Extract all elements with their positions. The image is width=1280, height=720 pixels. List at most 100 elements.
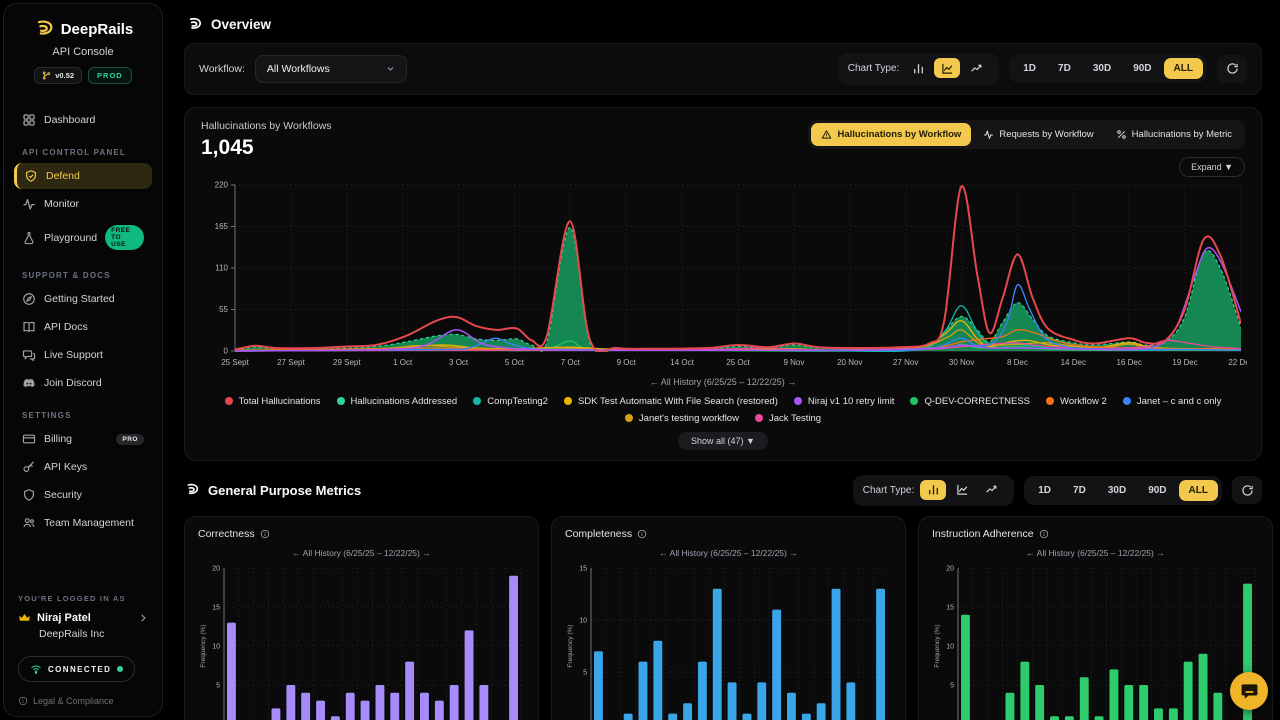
app-root: DeepRails API Console v0.52 PROD Dashboa… xyxy=(0,0,1280,720)
chart-type-group-halluc: Chart Type: xyxy=(838,53,1000,85)
chart-type-bar-button[interactable] xyxy=(905,58,931,78)
show-all-button[interactable]: Show all (47) ▼ xyxy=(678,432,768,450)
legend-item-hallucinations-addressed[interactable]: Hallucinations Addressed xyxy=(337,396,458,407)
correctness-chart: 0510152005101520253035404550556065707580… xyxy=(198,562,525,720)
info-icon[interactable] xyxy=(260,529,270,539)
gpm-header: General Purpose Metrics Chart Type: 1D7D… xyxy=(184,475,1262,507)
legend-item-niraj-v1-10-retry-limit[interactable]: Niraj v1 10 retry limit xyxy=(794,396,895,407)
version-badge: v0.52 xyxy=(34,67,82,84)
chart-view-tabs: Hallucinations by WorkflowRequests by Wo… xyxy=(808,120,1245,149)
gpm-title: General Purpose Metrics xyxy=(208,483,361,498)
sidebar-item-dashboard[interactable]: Dashboard xyxy=(14,107,152,133)
range-all-button[interactable]: ALL xyxy=(1164,58,1203,79)
sidebar-item-security[interactable]: Security xyxy=(14,482,152,508)
history-range-label: ← All History (6/25/25 – 12/22/25) → xyxy=(565,548,892,558)
info-icon xyxy=(18,696,28,706)
credit-card-icon xyxy=(22,432,36,446)
svg-text:165: 165 xyxy=(215,222,229,231)
expand-button[interactable]: Expand ▼ xyxy=(1179,157,1245,177)
legend-item-janet-c-and-c-only[interactable]: Janet – c and c only xyxy=(1123,396,1222,407)
legend-item-janet-s-testing-workflow[interactable]: Janet's testing workflow xyxy=(625,413,739,424)
chart-type-bar-button[interactable] xyxy=(920,480,946,500)
legend-item-total-hallucinations[interactable]: Total Hallucinations xyxy=(225,396,321,407)
logged-in-label: YOU'RE LOGGED IN AS xyxy=(18,594,148,603)
svg-text:0: 0 xyxy=(224,346,229,355)
brand-subtitle: API Console xyxy=(14,46,152,58)
range-1d-button[interactable]: 1D xyxy=(1028,480,1061,501)
svg-text:1 Oct: 1 Oct xyxy=(393,358,413,367)
range-7d-button[interactable]: 7D xyxy=(1048,58,1081,79)
metric-card-correctness: Correctness← All History (6/25/25 – 12/2… xyxy=(184,516,539,720)
legend-item-workflow-2[interactable]: Workflow 2 xyxy=(1046,396,1107,407)
history-range-label: ← All History (6/25/25 – 12/22/25) → xyxy=(198,548,525,558)
workflow-select[interactable]: All Workflows xyxy=(255,55,407,83)
brand: DeepRails xyxy=(14,18,152,40)
svg-text:220: 220 xyxy=(215,180,229,189)
sidebar-item-getting-started[interactable]: Getting Started xyxy=(14,286,152,312)
legend-item-jack-testing[interactable]: Jack Testing xyxy=(755,413,821,424)
workflow-label: Workflow: xyxy=(199,63,245,75)
hallucinations-panel-title: Hallucinations by Workflows xyxy=(201,120,332,132)
svg-text:22 Dec: 22 Dec xyxy=(1228,358,1247,367)
refresh-button[interactable] xyxy=(1232,476,1262,504)
metric-icon xyxy=(1116,129,1127,140)
chart-type-line-button[interactable] xyxy=(978,480,1004,500)
legend-item-q-dev-correctness[interactable]: Q-DEV-CORRECTNESS xyxy=(910,396,1030,407)
svg-text:25 Sept: 25 Sept xyxy=(221,358,249,367)
legend-item-sdk-test-automatic-with-file-search-restored[interactable]: SDK Test Automatic With File Search (res… xyxy=(564,396,778,407)
range-1d-button[interactable]: 1D xyxy=(1013,58,1046,79)
chevron-down-icon xyxy=(386,64,395,73)
sidebar-item-defend[interactable]: Defend xyxy=(14,163,152,189)
info-icon[interactable] xyxy=(1039,529,1049,539)
hallucinations-panel: Hallucinations by Workflows 1,045 Halluc… xyxy=(184,107,1262,461)
svg-text:55: 55 xyxy=(219,305,228,314)
range-all-button[interactable]: ALL xyxy=(1179,480,1218,501)
chevron-right-icon xyxy=(138,613,148,623)
range-group-gpm: 1D7D30D90DALL xyxy=(1024,476,1222,505)
tab-hallucinations-by-workflow[interactable]: Hallucinations by Workflow xyxy=(811,123,971,146)
chart-type-line-button[interactable] xyxy=(963,58,989,78)
info-icon[interactable] xyxy=(637,529,647,539)
range-30d-button[interactable]: 30D xyxy=(1083,58,1121,79)
svg-text:14 Oct: 14 Oct xyxy=(670,358,694,367)
history-range-label: ← All History (6/25/25 – 12/22/25) → xyxy=(932,548,1259,558)
chart-legend: Total Hallucinations Hallucinations Addre… xyxy=(201,396,1245,424)
sidebar-item-join-discord[interactable]: Join Discord xyxy=(14,370,152,396)
svg-text:Frequency (%): Frequency (%) xyxy=(567,624,574,667)
svg-text:20: 20 xyxy=(212,565,220,572)
chart-type-area-button[interactable] xyxy=(934,58,960,78)
sidebar-item-billing[interactable]: BillingPRO xyxy=(14,426,152,452)
chart-type-label: Chart Type: xyxy=(848,63,900,74)
legend-dot xyxy=(1046,397,1054,405)
user-row[interactable]: Niraj Patel xyxy=(18,611,148,624)
playground-badge: FREE TO USE xyxy=(105,225,144,250)
user-name: Niraj Patel xyxy=(37,612,91,624)
svg-text:3 Oct: 3 Oct xyxy=(449,358,469,367)
legend-dot xyxy=(564,397,572,405)
range-90d-button[interactable]: 90D xyxy=(1123,58,1161,79)
completeness-chart: 0510150510152025303540455055606570758085… xyxy=(565,562,892,720)
sidebar-item-live-support[interactable]: Live Support xyxy=(14,342,152,368)
legend-item-comptesting2[interactable]: CompTesting2 xyxy=(473,396,548,407)
legend-dot xyxy=(1123,397,1131,405)
tab-requests-by-workflow[interactable]: Requests by Workflow xyxy=(973,123,1103,146)
range-7d-button[interactable]: 7D xyxy=(1063,480,1096,501)
sidebar-item-api-keys[interactable]: API Keys xyxy=(14,454,152,480)
svg-text:25 Oct: 25 Oct xyxy=(726,358,750,367)
hallucinations-total: 1,045 xyxy=(201,136,332,160)
sidebar-item-playground[interactable]: PlaygroundFREE TO USE xyxy=(14,219,152,256)
range-90d-button[interactable]: 90D xyxy=(1138,480,1176,501)
refresh-button[interactable] xyxy=(1217,55,1247,83)
sidebar-item-team-management[interactable]: Team Management xyxy=(14,510,152,536)
sidebar-item-monitor[interactable]: Monitor xyxy=(14,191,152,217)
tab-hallucinations-by-metric[interactable]: Hallucinations by Metric xyxy=(1106,123,1242,146)
svg-text:29 Sept: 29 Sept xyxy=(333,358,361,367)
range-30d-button[interactable]: 30D xyxy=(1098,480,1136,501)
legal-compliance-link[interactable]: Legal & Compliance xyxy=(18,696,148,706)
chart-type-area-button[interactable] xyxy=(949,480,975,500)
chat-fab-button[interactable] xyxy=(1230,672,1268,710)
filter-bar: Workflow: All Workflows Chart Type: 1D7D… xyxy=(184,43,1262,95)
sidebar-item-api-docs[interactable]: API Docs xyxy=(14,314,152,340)
main-content: Overview Workflow: All Workflows Chart T… xyxy=(166,0,1280,720)
svg-text:10: 10 xyxy=(212,643,220,650)
